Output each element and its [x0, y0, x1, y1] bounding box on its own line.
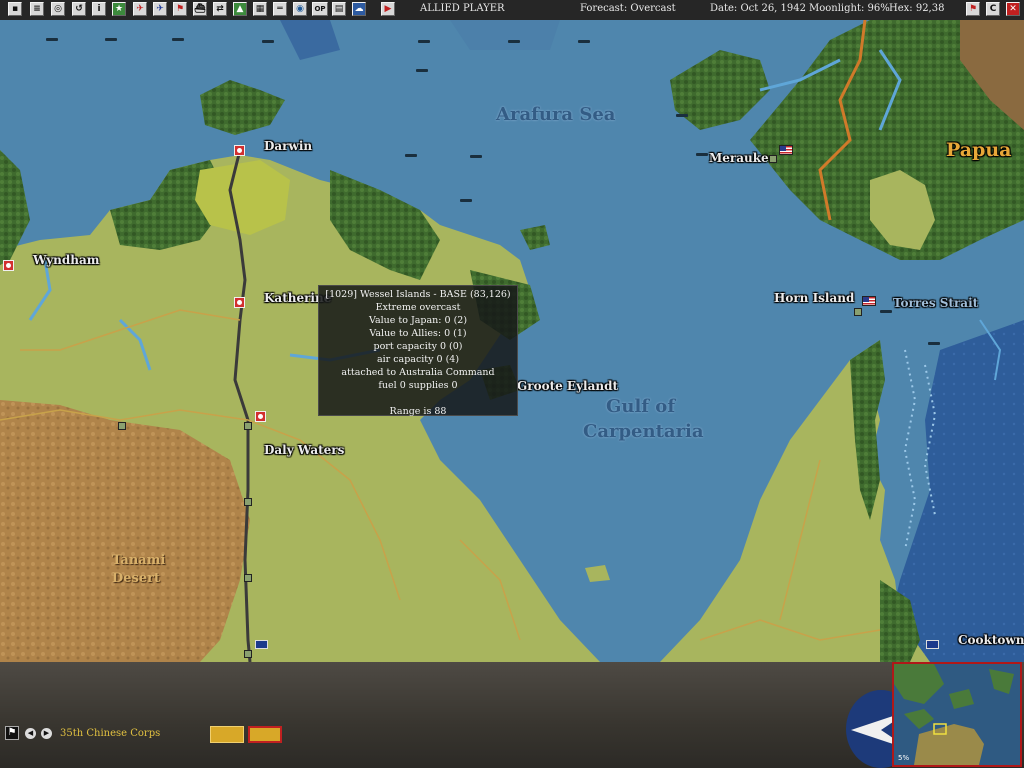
naval-air-button[interactable]: ✈ [153, 2, 167, 16]
intel-button[interactable]: ◎ [51, 2, 65, 16]
australia-flag-marker[interactable] [255, 640, 268, 649]
tooltip-base-title: [1029] Wessel Islands - BASE (83,126) [325, 289, 511, 300]
darwin-base-marker[interactable] [234, 145, 245, 156]
ship-marker[interactable] [405, 154, 417, 157]
unit-flag-button[interactable]: ⚑ [5, 726, 19, 740]
ground-unit-marker[interactable] [244, 422, 252, 430]
cooktown-label: Cooktown [958, 633, 1024, 647]
tooltip-spacer [319, 392, 517, 405]
hex-info-tooltip: [1029] Wessel Islands - BASE (83,126) Ex… [318, 285, 518, 417]
ship-marker[interactable] [262, 40, 274, 43]
ship-marker[interactable] [470, 155, 482, 158]
transport-button[interactable]: ⇄ [213, 2, 227, 16]
ground-unit-marker[interactable] [244, 574, 252, 582]
ship-marker[interactable] [105, 38, 117, 41]
minimap-zoom-label: 5% [898, 754, 910, 762]
close-button[interactable]: ✕ [1006, 2, 1020, 16]
top-toolbar: ▪ ≡ ◎ ↺ i ★ ✈ ✈ ⚑ ⛴ ⇄ ▲ ▦ ═ ◉ ◆ OP OP ▤ … [0, 0, 1024, 21]
papua-label: Papua [946, 139, 1012, 161]
cloud-button[interactable]: ☁ [352, 2, 366, 16]
list-button[interactable]: ▤ [332, 2, 346, 16]
ships-button[interactable]: ⛴ [193, 2, 207, 16]
merauke-us-flag[interactable] [779, 145, 793, 155]
ship-marker[interactable] [928, 342, 940, 345]
forecast-label: Forecast: Overcast [580, 3, 676, 14]
unit-name-label: 35th Chinese Corps [60, 728, 161, 739]
flag-button[interactable]: ⚑ [173, 2, 187, 16]
horn-island-label: Horn Island [774, 291, 855, 305]
globe-button[interactable]: ◉ [293, 2, 307, 16]
arafura-sea-label: Arafura Sea [496, 104, 616, 125]
unit-detail-button[interactable] [210, 726, 244, 743]
ground-unit-marker[interactable] [769, 155, 777, 163]
ship-marker[interactable] [696, 153, 708, 156]
ship-marker[interactable] [46, 38, 58, 41]
cooktown-australia-flag[interactable] [926, 640, 939, 649]
hex-label: Hex: 92,38 [889, 3, 945, 14]
wyndham-label: Wyndham [33, 253, 100, 267]
end-turn-button[interactable]: ▶ [381, 2, 395, 16]
horn-island-us-flag[interactable] [862, 296, 876, 306]
ground-button[interactable]: ▲ [233, 2, 247, 16]
tooltip-command: attached to Australia Command [341, 367, 495, 378]
merauke-label: Merauke [709, 151, 769, 165]
moonlight-label: Moonlight: 96% [809, 3, 890, 14]
minimap[interactable]: 5% [892, 662, 1022, 767]
unit-move-button[interactable] [248, 726, 282, 743]
ship-marker[interactable] [578, 40, 590, 43]
ground-unit-marker[interactable] [244, 650, 252, 658]
star-button[interactable]: ★ [112, 2, 126, 16]
convoy-button[interactable]: ═ [273, 2, 287, 16]
ship-marker[interactable] [460, 199, 472, 202]
darwin-label: Darwin [264, 139, 313, 153]
daly-waters-base-marker[interactable] [255, 411, 266, 422]
tanami-label: Tanami [112, 553, 166, 568]
torres-strait-label: Torres Strait [893, 296, 979, 310]
op-button-visible[interactable]: OP [312, 2, 328, 16]
ship-marker[interactable] [508, 40, 520, 43]
replay-button[interactable]: ↺ [72, 2, 86, 16]
ground-unit-marker[interactable] [118, 422, 126, 430]
gulf-label-line1: Gulf of [606, 396, 676, 417]
tooltip-value-allies: Value to Allies: 0 (1) [369, 328, 467, 339]
base-button[interactable]: ▦ [253, 2, 267, 16]
info-button[interactable]: i [92, 2, 106, 16]
air-ops-button[interactable]: ✈ [133, 2, 147, 16]
desert-label: Desert [112, 571, 160, 586]
reports-button[interactable]: ≡ [30, 2, 44, 16]
minimap-terrain [894, 664, 1020, 765]
groote-eylandt-label: Groote Eylandt [517, 379, 619, 393]
tooltip-fuel-supplies: fuel 0 supplies 0 [378, 380, 458, 391]
tooltip-range: Range is 88 [389, 406, 447, 417]
daly-waters-label: Daly Waters [264, 443, 345, 457]
prev-unit-button[interactable]: ◀ [25, 728, 36, 739]
ground-unit-marker[interactable] [244, 498, 252, 506]
ship-marker[interactable] [676, 114, 688, 117]
flag-right-button[interactable]: ⚑ [966, 2, 980, 16]
tooltip-air-capacity: air capacity 0 (4) [376, 354, 460, 365]
tooltip-value-japan: Value to Japan: 0 (2) [368, 315, 468, 326]
strategic-map[interactable]: Arafura Sea Gulf of Carpentaria Torres S… [0, 20, 1024, 662]
tooltip-weather: Extreme overcast [375, 302, 461, 313]
ship-marker[interactable] [880, 310, 892, 313]
ship-marker[interactable] [418, 40, 430, 43]
ground-unit-marker[interactable] [854, 308, 862, 316]
combat-button[interactable]: C [986, 2, 1000, 16]
gulf-label-line2: Carpentaria [583, 421, 704, 442]
tooltip-port-capacity: port capacity 0 (0) [373, 341, 463, 352]
ship-marker[interactable] [416, 69, 428, 72]
ship-marker[interactable] [172, 38, 184, 41]
next-unit-button[interactable]: ▶ [41, 728, 52, 739]
wyndham-base-marker[interactable] [3, 260, 14, 271]
save-game-button[interactable]: ▪ [8, 2, 22, 16]
side-label: ALLIED PLAYER [420, 3, 505, 14]
date-label: Date: Oct 26, 1942 [710, 3, 806, 14]
katherine-base-marker[interactable] [234, 297, 245, 308]
